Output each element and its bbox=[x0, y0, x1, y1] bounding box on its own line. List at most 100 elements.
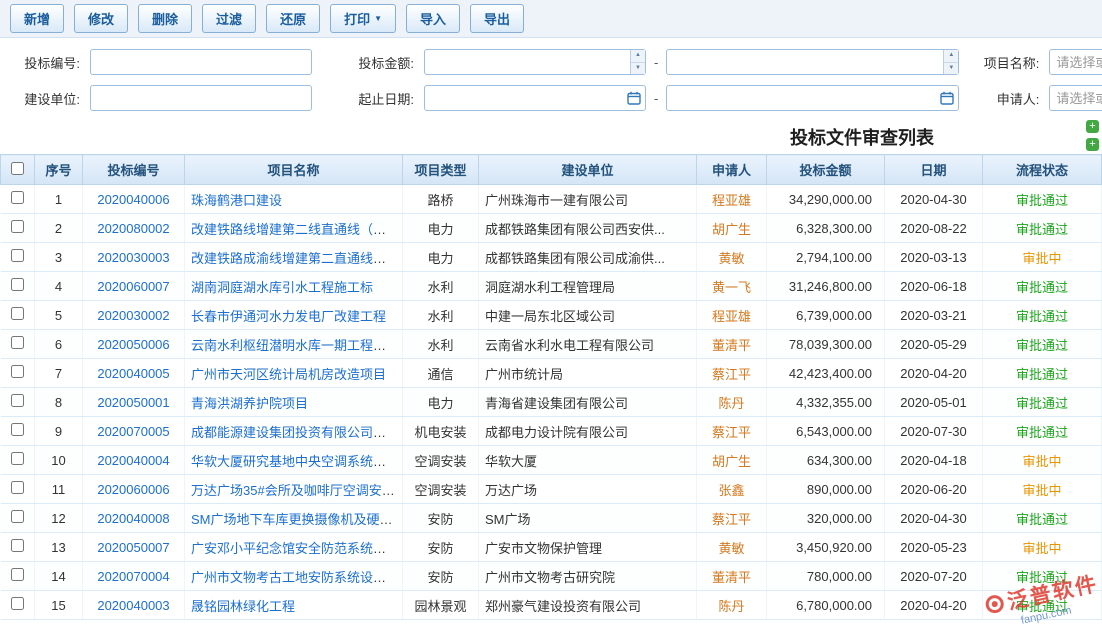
applicant-link[interactable]: 陈丹 bbox=[718, 396, 744, 411]
toolbar-button-filter[interactable]: 过滤 bbox=[202, 4, 256, 33]
bid-no-link[interactable]: 2020080002 bbox=[97, 221, 169, 236]
applicant-link[interactable]: 黄敏 bbox=[718, 541, 744, 556]
bid-no-link[interactable]: 2020050001 bbox=[97, 395, 169, 410]
date-end-input[interactable] bbox=[666, 85, 959, 111]
project-name-link[interactable]: 成都能源建设集团投资有限公司临时... bbox=[191, 425, 403, 440]
spinner-up-icon[interactable]: ▲ bbox=[631, 50, 645, 62]
project-name-link[interactable]: 长春市伊通河水力发电厂改建工程 bbox=[191, 309, 386, 324]
row-checkbox[interactable] bbox=[11, 249, 24, 262]
applicant-link[interactable]: 程亚雄 bbox=[712, 309, 751, 324]
column-header: 投标金额 bbox=[767, 155, 885, 185]
row-checkbox[interactable] bbox=[11, 423, 24, 436]
spinner-up-icon[interactable]: ▲ bbox=[944, 50, 958, 62]
flow-status-badge: 审批中 bbox=[1022, 251, 1061, 266]
bid-amount: 780,000.00 bbox=[807, 569, 872, 584]
bid-no-link[interactable]: 2020040006 bbox=[97, 192, 169, 207]
applicant-link[interactable]: 张鑫 bbox=[718, 483, 744, 498]
project-name-link[interactable]: 广州市文物考古工地安防系统设备保修 bbox=[191, 570, 403, 585]
row-index: 12 bbox=[51, 511, 65, 526]
spinner-down-icon[interactable]: ▼ bbox=[631, 62, 645, 75]
calendar-icon[interactable] bbox=[940, 91, 954, 105]
row-checkbox[interactable] bbox=[11, 539, 24, 552]
bid-no-link[interactable]: 2020030003 bbox=[97, 250, 169, 265]
bid-amount: 320,000.00 bbox=[807, 511, 872, 526]
bid-no-link[interactable]: 2020040005 bbox=[97, 366, 169, 381]
row-checkbox[interactable] bbox=[11, 307, 24, 320]
toolbar-button-edit[interactable]: 修改 bbox=[74, 4, 128, 33]
row-index: 10 bbox=[51, 453, 65, 468]
toolbar-button-delete[interactable]: 删除 bbox=[138, 4, 192, 33]
bid-amount-min-input[interactable] bbox=[424, 49, 646, 75]
column-header: 项目类型 bbox=[403, 155, 479, 185]
table-row: 42020060007湖南洞庭湖水库引水工程施工标水利洞庭湖水利工程管理局黄一飞… bbox=[1, 272, 1102, 301]
row-checkbox[interactable] bbox=[11, 220, 24, 233]
project-name-link[interactable]: 广安邓小平纪念馆安全防范系统维护... bbox=[191, 541, 403, 556]
applicant-link[interactable]: 黄敏 bbox=[718, 251, 744, 266]
project-name-link[interactable]: 珠海鹤港口建设 bbox=[191, 193, 282, 208]
applicant-link[interactable]: 蔡江平 bbox=[712, 425, 751, 440]
row-checkbox[interactable] bbox=[11, 481, 24, 494]
applicant-link[interactable]: 董清平 bbox=[712, 570, 751, 585]
row-checkbox[interactable] bbox=[11, 452, 24, 465]
project-name-link[interactable]: 青海洪湖养护院项目 bbox=[191, 396, 308, 411]
bid-no-link[interactable]: 2020040008 bbox=[97, 511, 169, 526]
applicant-link[interactable]: 胡广生 bbox=[712, 222, 751, 237]
applicant-link[interactable]: 黄一飞 bbox=[712, 280, 751, 295]
row-checkbox[interactable] bbox=[11, 278, 24, 291]
select-all-checkbox[interactable] bbox=[11, 162, 24, 175]
project-name-link[interactable]: 云南水利枢纽潜明水库一期工程施工标 bbox=[191, 338, 403, 353]
project-type: 水利 bbox=[427, 338, 453, 353]
row-checkbox[interactable] bbox=[11, 336, 24, 349]
row-checkbox[interactable] bbox=[11, 510, 24, 523]
picker-add-icon[interactable]: + bbox=[1086, 138, 1099, 151]
applicant-select-input[interactable] bbox=[1049, 85, 1102, 111]
project-name-link[interactable]: 华软大厦研究基地中央空调系统工程 bbox=[191, 454, 399, 469]
project-name-link[interactable]: 万达广场35#会所及咖啡厅空调安装... bbox=[191, 483, 403, 498]
bid-no-link[interactable]: 2020040004 bbox=[97, 453, 169, 468]
toolbar-button-export[interactable]: 导出 bbox=[470, 4, 524, 33]
project-name-link[interactable]: 广州市天河区统计局机房改造项目 bbox=[191, 367, 386, 382]
spinner-down-icon[interactable]: ▼ bbox=[944, 62, 958, 75]
applicant-link[interactable]: 陈丹 bbox=[718, 599, 744, 614]
column-header: 申请人 bbox=[697, 155, 767, 185]
calendar-icon[interactable] bbox=[627, 91, 641, 105]
bid-amount-max-input[interactable] bbox=[666, 49, 959, 75]
bid-no-input[interactable] bbox=[90, 49, 312, 75]
bid-no-link[interactable]: 2020050007 bbox=[97, 540, 169, 555]
bid-no-link[interactable]: 2020070005 bbox=[97, 424, 169, 439]
applicant-link[interactable]: 蔡江平 bbox=[712, 367, 751, 382]
bid-no-link[interactable]: 2020060006 bbox=[97, 482, 169, 497]
bid-no-link[interactable]: 2020070004 bbox=[97, 569, 169, 584]
project-name-select-input[interactable] bbox=[1049, 49, 1102, 75]
picker-add-icon[interactable]: + bbox=[1086, 120, 1099, 133]
applicant-link[interactable]: 程亚雄 bbox=[712, 193, 751, 208]
applicant-link[interactable]: 蔡江平 bbox=[712, 512, 751, 527]
project-name-link[interactable]: 改建铁路成渝线增建第二直通线（成... bbox=[191, 251, 403, 266]
project-name-link[interactable]: 晟铭园林绿化工程 bbox=[191, 599, 295, 614]
row-checkbox[interactable] bbox=[11, 191, 24, 204]
applicant-link[interactable]: 董清平 bbox=[712, 338, 751, 353]
bid-no-link[interactable]: 2020050006 bbox=[97, 337, 169, 352]
project-name-link[interactable]: 湖南洞庭湖水库引水工程施工标 bbox=[191, 280, 373, 295]
row-checkbox[interactable] bbox=[11, 568, 24, 581]
row-checkbox[interactable] bbox=[11, 597, 24, 610]
table-row: 112020060006万达广场35#会所及咖啡厅空调安装...空调安装万达广场… bbox=[1, 475, 1102, 504]
applicant-link[interactable]: 胡广生 bbox=[712, 454, 751, 469]
toolbar-button-add[interactable]: 新增 bbox=[10, 4, 64, 33]
bid-no-link[interactable]: 2020030002 bbox=[97, 308, 169, 323]
toolbar-button-print[interactable]: 打印▼ bbox=[330, 4, 396, 33]
row-checkbox[interactable] bbox=[11, 365, 24, 378]
bid-no-link[interactable]: 2020040003 bbox=[97, 598, 169, 613]
bid-date: 2020-03-21 bbox=[900, 308, 967, 323]
project-name-link[interactable]: 改建铁路线增建第二线直通线（成都-... bbox=[191, 222, 403, 237]
bid-no-link[interactable]: 2020060007 bbox=[97, 279, 169, 294]
row-checkbox[interactable] bbox=[11, 394, 24, 407]
toolbar-button-restore[interactable]: 还原 bbox=[266, 4, 320, 33]
project-name-link[interactable]: SM广场地下车库更换摄像机及硬盘项目 bbox=[191, 512, 403, 527]
toolbar-button-import[interactable]: 导入 bbox=[406, 4, 460, 33]
flow-status-badge: 审批通过 bbox=[1016, 570, 1068, 585]
date-start-input[interactable] bbox=[424, 85, 646, 111]
table-row: 52020030002长春市伊通河水力发电厂改建工程水利中建一局东北区域公司程亚… bbox=[1, 301, 1102, 330]
build-unit-input[interactable] bbox=[90, 85, 312, 111]
bid-date: 2020-05-01 bbox=[900, 395, 967, 410]
